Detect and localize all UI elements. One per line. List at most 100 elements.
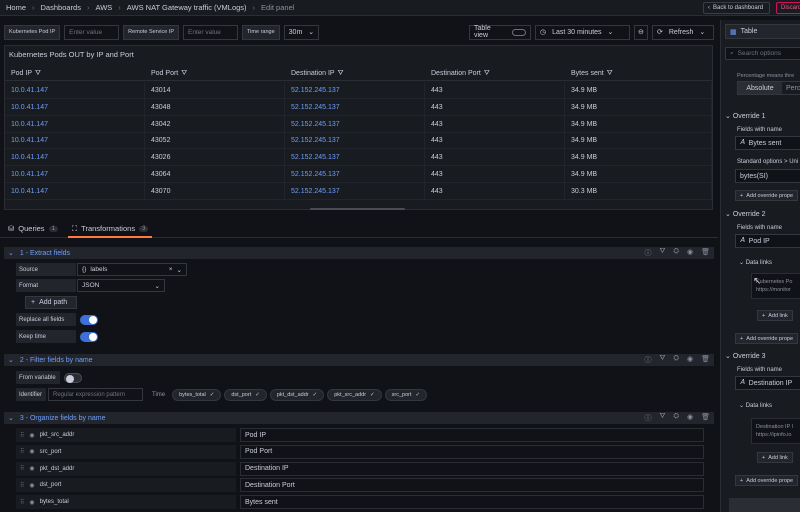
column-header-destination-port[interactable]: Destination Port ⛛ (425, 67, 565, 80)
from-variable-toggle[interactable] (64, 373, 82, 383)
add-override-property-button[interactable]: + Add override prope (735, 475, 798, 486)
source-select[interactable]: {} labels × ⌄ (77, 263, 187, 276)
column-header-pod-ip[interactable]: Pod IP ⛛ (5, 67, 145, 80)
eye-icon[interactable]: ◉ (29, 448, 34, 455)
keep-time-toggle[interactable] (80, 332, 98, 342)
eye-icon[interactable]: ◉ (687, 355, 693, 365)
filter-icon[interactable]: ⛛ (660, 355, 666, 365)
transformation-3-header[interactable]: ⌄ 3 - Organize fields by name ⓘ ⛛ ⛭ ◉ 🗑 (4, 412, 714, 424)
transformation-1-header[interactable]: ⌄ 1 - Extract fields ⓘ ⛛ ⛭ ◉ 🗑 (4, 247, 714, 259)
time-picker[interactable]: ◷ Last 30 minutes ⌄ (535, 24, 630, 40)
override-2-field-select[interactable]: 𝐴 Pod IP (735, 234, 800, 248)
field-rename-input[interactable]: Pod Port (240, 444, 704, 459)
info-icon[interactable]: ⓘ (645, 355, 652, 365)
mode-absolute[interactable]: Absolute (738, 82, 782, 94)
format-select[interactable]: JSON ⌄ (77, 279, 165, 292)
refresh-button[interactable]: ⟳ Refresh ⌄ (652, 24, 714, 40)
data-links-header[interactable]: ⌄ Data links (739, 402, 772, 409)
add-override-property-button[interactable]: + Add override prope (735, 333, 798, 344)
unit-select[interactable]: bytes(SI) (735, 169, 800, 183)
table-cell-destination-ip[interactable]: 52.152.245.137 (285, 82, 425, 98)
override-1-field-select[interactable]: 𝐴 Bytes sent (735, 136, 800, 150)
breadcrumb-dashboard[interactable]: AWS NAT Gateway traffic (VMLogs) (127, 3, 247, 12)
add-path-button[interactable]: + Add path (25, 296, 77, 309)
back-to-dashboard-button[interactable]: ‹ Back to dashboard (703, 2, 770, 14)
eye-icon[interactable]: ◉ (29, 482, 34, 489)
filter-icon[interactable]: ⛛ (338, 70, 344, 78)
field-rename-input[interactable]: Bytes sent (240, 495, 704, 510)
eye-icon[interactable]: ◉ (29, 499, 34, 506)
filter-icon[interactable]: ⛛ (181, 70, 187, 78)
info-icon[interactable]: ⓘ (645, 413, 652, 423)
add-field-override-button[interactable] (729, 498, 800, 512)
mode-percentage[interactable]: Perc (782, 82, 800, 94)
column-header-destination-ip[interactable]: Destination IP ⛛ (285, 67, 425, 80)
table-cell-pod-ip[interactable]: 10.0.41.147 (5, 166, 145, 182)
organize-field-row[interactable]: ⠿ ◉ src_port (16, 444, 236, 459)
table-cell-pod-ip[interactable]: 10.0.41.147 (5, 82, 145, 98)
breadcrumb-aws[interactable]: AWS (95, 3, 112, 12)
chip-pkt-dst-addr[interactable]: pkt_dst_addr ✓ (269, 388, 325, 401)
table-view-toggle[interactable]: Table view (469, 24, 531, 40)
drag-handle-icon[interactable]: ⠿ (20, 465, 24, 472)
breadcrumb-dashboards[interactable]: Dashboards (41, 3, 81, 12)
field-rename-input[interactable]: Destination IP (240, 461, 704, 476)
table-cell-pod-ip[interactable]: 10.0.41.147 (5, 182, 145, 199)
column-header-pod-port[interactable]: Pod Port ⛛ (145, 67, 285, 80)
close-icon[interactable]: × (169, 266, 173, 273)
chip-dst-port[interactable]: dst_port ✓ (224, 388, 267, 401)
organize-field-row[interactable]: ⠿ ◉ dst_port (16, 478, 236, 493)
eye-icon[interactable]: ◉ (687, 248, 693, 258)
table-cell-pod-ip[interactable]: 10.0.41.147 (5, 98, 145, 115)
eye-icon[interactable]: ◉ (29, 432, 34, 439)
table-cell-destination-ip[interactable]: 52.152.245.137 (285, 132, 425, 149)
override-1-header[interactable]: ⌄ Override 1 (725, 112, 766, 120)
debug-icon[interactable]: ⛭ (673, 355, 679, 365)
table-cell-destination-ip[interactable]: 52.152.245.137 (285, 149, 425, 166)
data-links-header[interactable]: ⌄ Data links (739, 259, 772, 266)
filter-icon[interactable]: ⛛ (35, 70, 41, 78)
pod-ip-input[interactable]: Enter value (64, 24, 120, 40)
override-3-header[interactable]: ⌄ Override 3 (725, 352, 766, 360)
filter-icon[interactable]: ⛛ (660, 248, 666, 258)
add-link-button[interactable]: + Add link (757, 452, 793, 463)
chip-src-port[interactable]: src_port ✓ (384, 388, 428, 401)
field-rename-input[interactable]: Pod IP (240, 428, 704, 442)
filter-icon[interactable]: ⛛ (484, 70, 490, 78)
trash-icon[interactable]: 🗑 (701, 413, 710, 423)
debug-icon[interactable]: ⛭ (673, 413, 679, 423)
chip-bytes-total[interactable]: bytes_total ✓ (172, 388, 222, 401)
transformation-2-header[interactable]: ⌄ 2 - Filter fields by name ⓘ ⛛ ⛭ ◉ 🗑 (4, 354, 714, 366)
options-search[interactable]: ⌕ Search options (725, 47, 800, 60)
info-icon[interactable]: ⓘ (645, 248, 652, 258)
table-cell-destination-ip[interactable]: 52.152.245.137 (285, 115, 425, 132)
organize-field-row[interactable]: ⠿ ◉ bytes_total (16, 495, 236, 510)
identifier-input[interactable]: Regular expression pattern (48, 388, 143, 401)
trash-icon[interactable]: 🗑 (701, 248, 710, 258)
organize-field-row[interactable]: ⠿ ◉ pkt_src_addr (16, 428, 236, 442)
trash-icon[interactable]: 🗑 (701, 355, 710, 365)
horizontal-scrollbar[interactable] (310, 208, 405, 210)
eye-icon[interactable]: ◉ (687, 413, 693, 423)
add-override-property-button[interactable]: + Add override prope (735, 190, 798, 201)
table-cell-destination-ip[interactable]: 52.152.245.137 (285, 182, 425, 199)
column-header-bytes-sent[interactable]: Bytes sent ⛛ (565, 67, 712, 80)
discard-button[interactable]: Discard (776, 2, 800, 14)
remote-ip-input[interactable]: Enter value (183, 24, 239, 40)
time-range-select[interactable]: 30m ⌄ (283, 24, 320, 40)
drag-handle-icon[interactable]: ⠿ (20, 432, 24, 439)
visualization-picker[interactable]: ▦ Table (725, 24, 800, 39)
breadcrumb-home[interactable]: Home (6, 3, 26, 12)
replace-all-fields-toggle[interactable] (80, 315, 98, 325)
table-cell-pod-ip[interactable]: 10.0.41.147 (5, 132, 145, 149)
zoom-out-button[interactable]: ⊖ (634, 24, 648, 40)
drag-handle-icon[interactable]: ⠿ (20, 499, 24, 506)
override-2-header[interactable]: ⌄ Override 2 (725, 210, 766, 218)
organize-field-row[interactable]: ⠿ ◉ pkt_dst_addr (16, 461, 236, 476)
table-cell-destination-ip[interactable]: 52.152.245.137 (285, 98, 425, 115)
override-3-field-select[interactable]: 𝐴 Destination IP (735, 376, 800, 390)
filter-icon[interactable]: ⛛ (660, 413, 666, 423)
field-rename-input[interactable]: Destination Port (240, 478, 704, 493)
add-link-button[interactable]: + Add link (757, 310, 793, 321)
debug-icon[interactable]: ⛭ (673, 248, 679, 258)
